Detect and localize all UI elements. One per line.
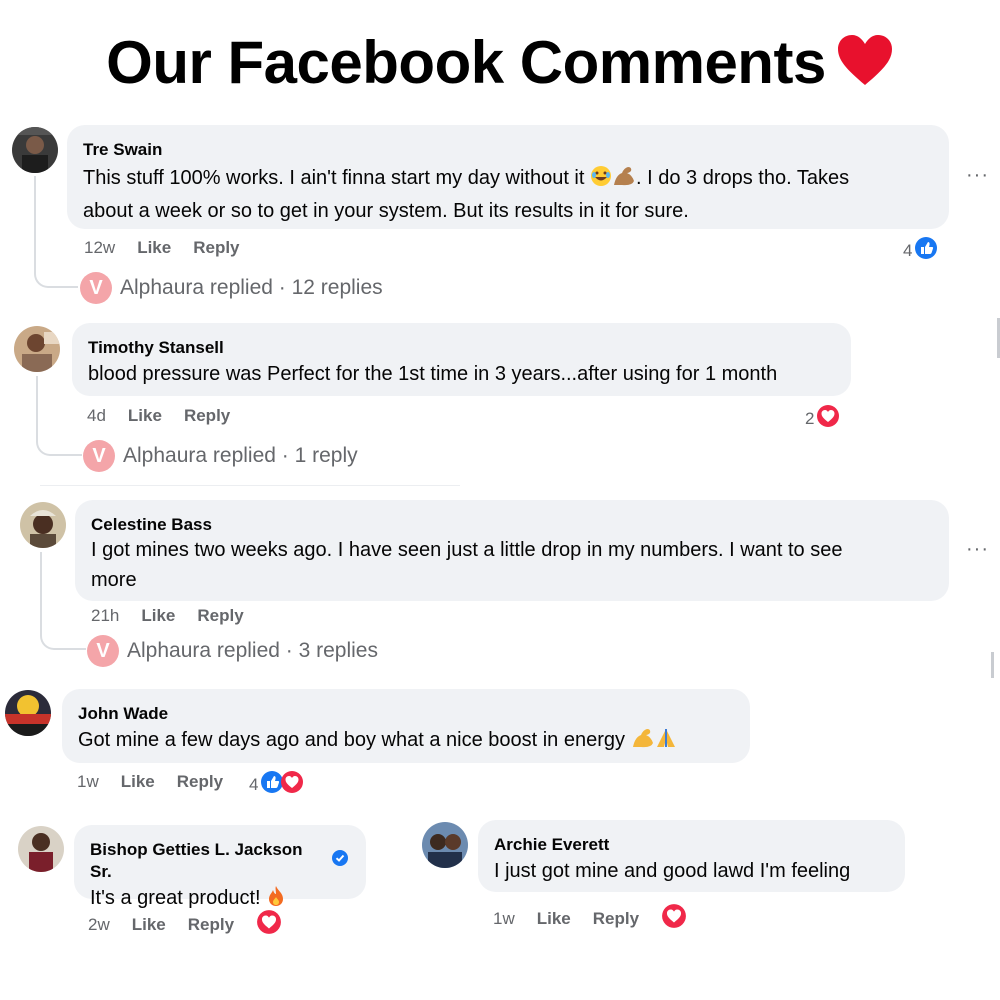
laughing-emoji-icon [590,165,612,196]
reply-button[interactable]: Reply [177,772,223,792]
timestamp[interactable]: 21h [91,606,119,626]
avatar[interactable] [422,822,468,868]
reply-button[interactable]: Reply [593,909,639,929]
commenter-name[interactable]: Bishop Getties L. Jackson Sr. [90,839,348,883]
alphaura-logo-icon: V [80,272,112,304]
comment-bubble: John Wade Got mine a few days ago and bo… [62,689,750,763]
commenter-name[interactable]: Archie Everett [494,834,887,856]
flexed-arm-icon [612,165,636,196]
reaction-number: 2 [805,408,815,428]
commenter-name[interactable]: Timothy Stansell [88,337,833,359]
comment-text: Got mine a few days ago and boy what a n… [78,725,732,758]
reply-button[interactable]: Reply [184,406,230,426]
comment-text: This stuff 100% works. I ain't finna sta… [83,163,931,226]
comment-text-part: about a week or so to get in your system… [83,200,689,222]
timestamp[interactable]: 12w [84,238,115,258]
scrollbar[interactable] [991,652,994,678]
timestamp[interactable]: 1w [493,909,515,929]
reply-button[interactable]: Reply [193,238,239,258]
comment-actions: 12w Like Reply [84,238,240,258]
timestamp[interactable]: 4d [87,406,106,426]
view-replies-link[interactable]: V Alphaura replied · 12 replies [80,272,383,304]
comment-text-part: more [91,569,137,591]
view-replies-link[interactable]: V Alphaura replied · 1 reply [83,440,358,472]
avatar[interactable] [12,127,58,173]
comment-text-part: . I do 3 drops tho. Takes [636,167,850,189]
avatar[interactable] [18,826,64,872]
comment-text: I just got mine and good lawd I'm feelin… [494,860,851,882]
title-text: Our Facebook Comments [106,29,826,96]
like-button[interactable]: Like [137,238,171,258]
commenter-name[interactable]: Tre Swain [83,139,931,161]
love-reaction-icon[interactable] [661,903,687,934]
reaction-count[interactable]: 2 [805,404,840,433]
comment-bubble: Tre Swain This stuff 100% works. I ain't… [67,125,949,229]
page-title: Our Facebook Comments [0,28,1000,101]
avatar[interactable] [20,502,66,548]
replied-text: Alphaura replied · 12 replies [120,276,383,299]
divider [40,485,460,486]
timestamp[interactable]: 2w [88,915,110,935]
comment-actions: 1w Like Reply [493,903,687,934]
love-reaction-icon [280,770,304,799]
like-button[interactable]: Like [132,915,166,935]
comment-text: blood pressure was Perfect for the 1st t… [88,363,778,385]
reaction-count[interactable]: 4 [249,770,304,799]
love-reaction-icon [816,404,840,433]
reply-button[interactable]: Reply [197,606,243,626]
commenter-name-text: Bishop Getties L. Jackson Sr. [90,840,303,881]
more-options-button[interactable]: ··· [966,538,989,561]
comment-actions: 21h Like Reply [91,606,244,626]
comment-bubble: Timothy Stansell blood pressure was Perf… [72,323,851,396]
avatar[interactable] [14,326,60,372]
like-button[interactable]: Like [128,406,162,426]
comment-text-part: I got mines two weeks ago. I have seen j… [91,539,843,561]
reaction-number: 4 [249,774,259,794]
comment-text-part: It's a great product! [90,887,267,909]
love-reaction-icon[interactable] [256,909,282,940]
like-button[interactable]: Like [121,772,155,792]
avatar[interactable] [5,690,51,736]
verified-badge-icon [332,850,348,872]
replied-text: Alphaura replied · 3 replies [127,639,378,662]
reaction-number: 4 [903,240,913,260]
timestamp[interactable]: 1w [77,772,99,792]
comment-bubble: Archie Everett I just got mine and good … [478,820,905,892]
alphaura-logo-icon: V [83,440,115,472]
comment-bubble: Celestine Bass I got mines two weeks ago… [75,500,949,601]
comment-actions: 4d Like Reply [87,406,230,426]
comment-text-part: This stuff 100% works. I ain't finna sta… [83,167,590,189]
alphaura-logo-icon: V [87,635,119,667]
praying-hands-icon [655,727,677,758]
more-options-button[interactable]: ··· [966,164,989,187]
replied-text: Alphaura replied · 1 reply [123,444,358,467]
view-replies-link[interactable]: V Alphaura replied · 3 replies [87,635,378,667]
like-reaction-icon [914,236,938,265]
comment-actions: 2w Like Reply [88,909,282,940]
comment-text: I got mines two weeks ago. I have seen j… [91,535,931,595]
reply-button[interactable]: Reply [188,915,234,935]
comment-bubble: Bishop Getties L. Jackson Sr. It's a gre… [74,825,366,909]
commenter-name[interactable]: John Wade [78,703,732,725]
reaction-count[interactable]: 4 [903,236,938,265]
like-button[interactable]: Like [141,606,175,626]
comment-text-part: Got mine a few days ago and boy what a n… [78,729,631,751]
heart-icon [836,32,894,101]
like-button[interactable]: Like [537,909,571,929]
flexed-arm-icon [631,727,655,758]
comment-actions: 1w Like Reply [77,772,223,792]
commenter-name[interactable]: Celestine Bass [91,514,931,536]
